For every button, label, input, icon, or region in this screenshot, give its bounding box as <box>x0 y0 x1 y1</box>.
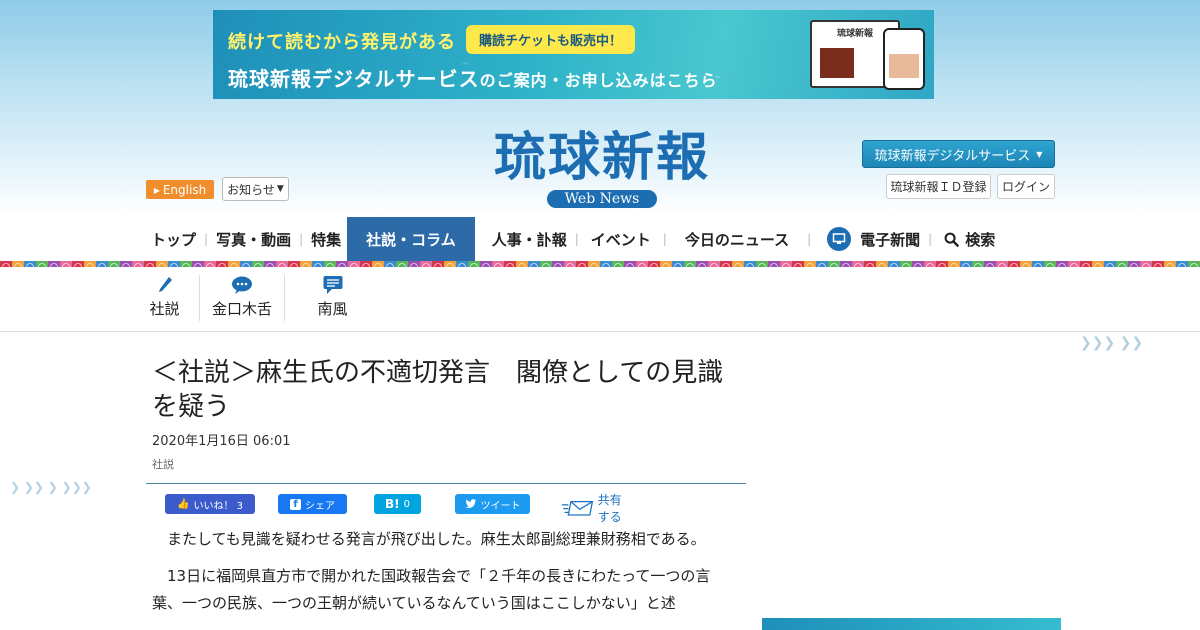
twitter-bird-icon <box>464 499 476 508</box>
article-paragraph: 13日に福岡県直方市で開かれた国政報告会で「２千年の長きにわたって一つの言葉、一… <box>152 567 711 612</box>
id-register-button[interactable]: 琉球新報ＩＤ登録 <box>886 174 991 199</box>
article-paragraph: またしても見識を疑わせる発言が飛び出した。麻生太郎副総理兼財務相である。 <box>167 530 706 548</box>
chevron-down-icon: ▼ <box>1036 149 1043 159</box>
nav-separator: | <box>662 232 667 246</box>
english-button[interactable]: ▸ English <box>146 180 214 199</box>
tweet-button[interactable]: ツイート <box>455 494 530 514</box>
nav-separator: | <box>299 232 304 246</box>
phone-illustration <box>883 28 925 90</box>
main-nav: トップ | 写真・動画 | 特集 社説・コラム 人事・訃報 | イベント | 今… <box>145 217 1001 261</box>
nav-todays-news[interactable]: 今日のニュース <box>669 217 805 261</box>
article-date: 2020年1月16日 06:01 <box>152 434 291 449</box>
sub-nav: 社説 金口木舌 南風 <box>130 275 380 321</box>
divider <box>146 483 746 484</box>
banner-ticket-badge: 購読チケットも販売中！ <box>466 25 636 54</box>
nav-e-newspaper[interactable]: 電子新聞 <box>813 217 926 261</box>
banner-headline: 琉球新報デジタルサービスのご案内・お申し込みはこちら <box>228 67 718 91</box>
nav-features[interactable]: 特集 <box>305 217 347 261</box>
facebook-share-button[interactable]: f シェア <box>278 494 347 514</box>
nav-events[interactable]: イベント <box>581 217 661 261</box>
article-body: またしても見識を疑わせる発言が飛び出した。麻生太郎副総理兼財務相である。 13日… <box>152 526 735 627</box>
login-button[interactable]: ログイン <box>997 174 1055 199</box>
thumbs-up-icon: 👍 <box>177 498 190 510</box>
subnav-kinkuchi-mokuzetsu[interactable]: 金口木舌 <box>200 275 285 321</box>
facebook-like-button[interactable]: 👍 いいね！ 3 <box>165 494 255 514</box>
fish-decoration: ❯❯❯ ❯❯ <box>1080 335 1144 351</box>
fish-decoration: ❯ ❯❯ ❯ ❯❯❯ <box>10 480 92 494</box>
nav-personnel-obituary[interactable]: 人事・訃報 <box>475 217 573 261</box>
speech-bubble-icon <box>232 276 252 294</box>
web-news-label: Web News <box>546 190 658 208</box>
nav-separator: | <box>574 232 579 246</box>
nav-separator: | <box>204 232 209 246</box>
site-logo[interactable]: 琉球新報 Web News <box>452 128 752 208</box>
monitor-icon <box>827 227 852 251</box>
facebook-icon: f <box>290 498 301 510</box>
caret-right-icon: ▸ <box>153 182 160 197</box>
banner-tagline: 続けて読むから発見がある <box>228 32 456 53</box>
notice-dropdown[interactable]: お知らせ ▼ <box>222 177 289 201</box>
article-category[interactable]: 社説 <box>152 456 174 472</box>
nav-search[interactable]: 検索 <box>934 217 1001 261</box>
hatena-bookmark-button[interactable]: B! 0 <box>374 494 421 514</box>
sub-nav-bar: 社説 金口木舌 南風 <box>0 267 1200 332</box>
subnav-haebaru[interactable]: 南風 <box>285 275 380 321</box>
subnav-editorial[interactable]: 社説 <box>130 275 200 321</box>
digital-service-banner[interactable]: 続けて読むから発見がある 購読チケットも販売中！ 琉球新報デジタルサービスのご案… <box>213 10 934 99</box>
nav-top[interactable]: トップ <box>145 217 202 261</box>
digital-service-dropdown[interactable]: 琉球新報デジタルサービス ▼ <box>862 140 1055 168</box>
nav-separator: | <box>928 232 933 246</box>
nav-editorial-column[interactable]: 社説・コラム <box>347 217 475 261</box>
share-via-mail-button[interactable]: 共有する <box>562 491 628 525</box>
pen-icon <box>158 277 172 292</box>
nav-separator: | <box>807 232 812 246</box>
sidebar-ad[interactable] <box>762 618 1061 630</box>
mail-icon <box>562 501 594 516</box>
search-icon <box>944 232 960 247</box>
article-title: ＜社説＞麻生氏の不適切発言 閣僚としての見識を疑う <box>152 358 724 422</box>
message-icon <box>323 276 342 294</box>
nav-photo-video[interactable]: 写真・動画 <box>210 217 297 261</box>
chevron-down-icon: ▼ <box>276 184 284 194</box>
hatena-b-icon: B! <box>385 497 400 511</box>
